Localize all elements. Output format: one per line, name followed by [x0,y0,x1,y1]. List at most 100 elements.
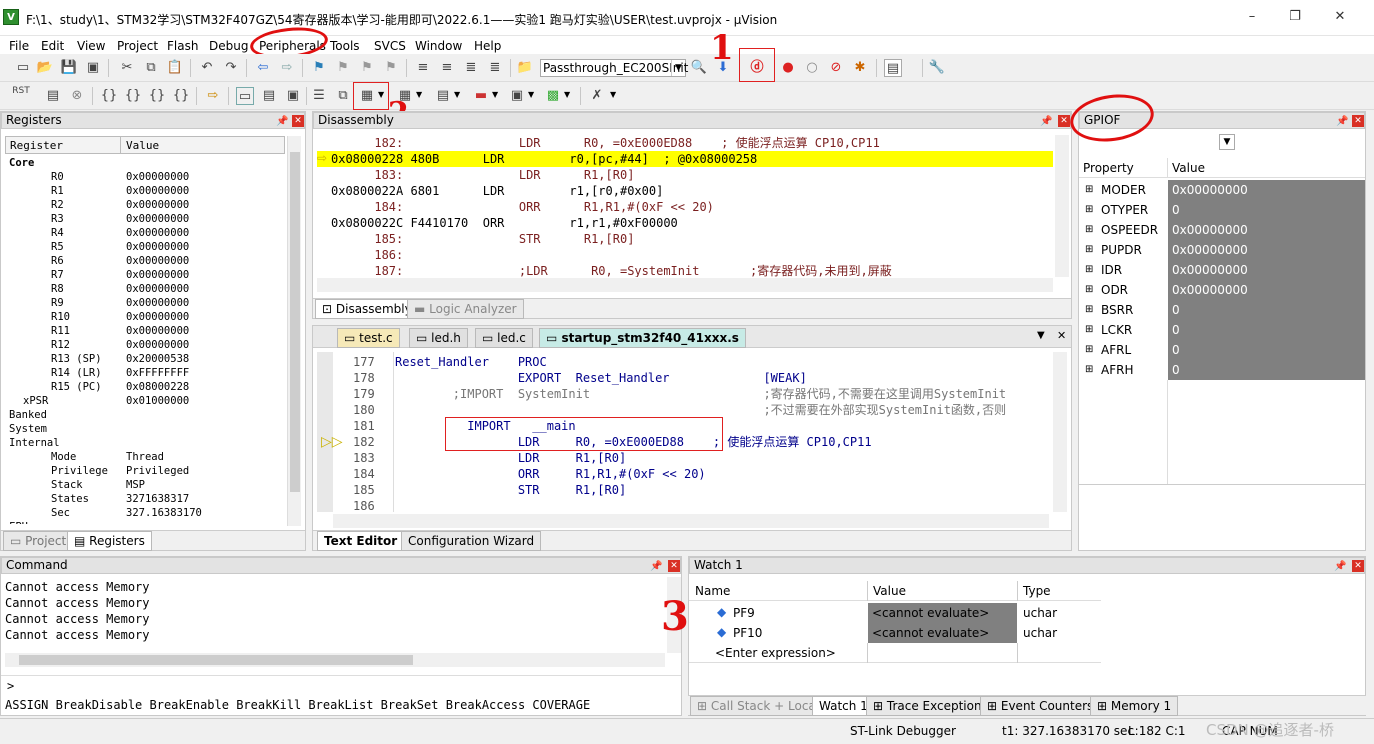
system-viewer-icon[interactable]: ▦ [358,87,376,105]
register-row[interactable]: R7 0x00000000 [5,268,285,282]
tab-disassembly[interactable]: ⊡ Disassembly [315,299,419,319]
pin-icon[interactable]: 📌 [650,559,662,574]
watch-value[interactable]: <cannot evaluate> [868,623,1017,643]
gpio-register-value[interactable]: 0x00000000 [1168,260,1365,280]
gpio-register-value[interactable]: 0 [1168,300,1365,320]
expand-icon[interactable]: ⊞ [1085,320,1093,340]
watch-value[interactable]: <cannot evaluate> [868,603,1017,623]
step-over-icon[interactable]: {} [124,87,142,105]
chevron-down-icon[interactable]: ▼ [492,90,498,99]
register-row[interactable]: Stack MSP [5,478,285,492]
stop-icon[interactable]: ⊗ [68,87,86,105]
analysis-window-icon[interactable]: ▬ [472,87,490,105]
registers-window-icon[interactable]: ☰ [310,87,328,105]
target-select[interactable]: Passthrough_EC200SInit ▼ [540,59,688,77]
pin-icon[interactable]: 📌 [276,114,288,129]
gpio-register-value[interactable]: 0 [1168,340,1365,360]
editor-line[interactable]: 177 Reset_Handler PROC [333,354,1049,370]
command-window-icon[interactable]: ▭ [236,87,254,105]
register-row[interactable]: R14 (LR) 0xFFFFFFFF [5,366,285,380]
tab-text-editor[interactable]: Text Editor [317,531,405,551]
chevron-down-icon[interactable]: ▼ [528,90,534,99]
chevron-down-icon[interactable]: ▼ [671,60,685,76]
close-panel-icon[interactable]: ✕ [292,115,304,127]
pin-icon[interactable]: 📌 [1040,114,1052,129]
editor-vscroll[interactable] [1053,352,1067,512]
register-row[interactable]: Internal [5,436,285,450]
chevron-down-icon[interactable]: ▼ [416,90,422,99]
disassembly-line[interactable]: 0x0800022C F4410170 ORR r1,r1,#0xF00000 [317,215,1053,231]
watch-row[interactable]: ◆ PF9 <cannot evaluate> uchar [689,603,1101,623]
trace-window-icon[interactable]: ▣ [508,87,526,105]
close-editor-icon[interactable]: ✕ [1057,329,1066,342]
serial-window-icon[interactable]: ▤ [434,87,452,105]
tab-startup-s[interactable]: ▭ startup_stm32f40_41xxx.s [539,328,746,348]
editor-line[interactable]: 180 ;不过需要在外部实现SystemInit函数,否则 [333,402,1049,418]
bookmark-next-icon[interactable]: ⚑ [358,59,376,77]
tab-event-counters[interactable]: ⊞ Event Counters [980,696,1101,716]
expand-icon[interactable]: ⊞ [1085,240,1093,260]
command-input-row[interactable]: > [1,675,681,695]
disassembly-vscroll[interactable] [1055,135,1069,277]
editor-line[interactable]: 185 STR R1,[R0] [333,482,1049,498]
gpio-register-value[interactable]: 0x00000000 [1168,240,1365,260]
expand-icon[interactable]: ⊞ [1085,260,1093,280]
register-row[interactable]: R3 0x00000000 [5,212,285,226]
tab-list-chevron-icon[interactable]: ▼ [1037,330,1045,341]
editor-hscroll[interactable] [333,514,1049,528]
bookmark-icon[interactable]: ⚑ [310,59,328,77]
expand-icon[interactable]: ⊞ [1085,300,1093,320]
pin-icon[interactable]: 📌 [1334,559,1346,574]
minimize-button[interactable]: – [1238,6,1266,28]
editor-line[interactable]: 183 LDR R1,[R0] [333,450,1049,466]
configure-icon[interactable]: 🔧 [928,59,946,77]
call-stack-icon[interactable]: ⧉ [334,87,352,105]
tab-memory-1[interactable]: ⊞ Memory 1 [1090,696,1179,716]
chevron-down-icon[interactable]: ▼ [564,90,570,99]
gpio-register-row[interactable]: ⊞ AFRH 0 [1079,360,1365,380]
register-row[interactable]: System [5,422,285,436]
register-row[interactable]: FPU [5,520,285,524]
disassembly-hscroll[interactable] [317,278,1053,292]
command-hscroll[interactable] [5,653,665,667]
save-all-icon[interactable]: ▣ [84,59,102,77]
register-row[interactable]: Mode Thread [5,450,285,464]
close-panel-icon[interactable]: ✕ [1352,115,1364,127]
copy-icon[interactable]: ⧉ [142,59,160,77]
registers-scrollbar[interactable] [287,136,301,526]
comment-icon[interactable]: ≣ [462,59,480,77]
enter-expression-field[interactable]: <Enter expression> [715,646,836,660]
register-row[interactable]: R1 0x00000000 [5,184,285,198]
gpio-register-row[interactable]: ⊞ PUPDR 0x00000000 [1079,240,1365,260]
register-row[interactable]: R11 0x00000000 [5,324,285,338]
disassembly-line[interactable]: 186: [317,247,1053,263]
tab-trace-exceptions[interactable]: ⊞ Trace Exceptions [866,696,995,716]
breakpoint-disable-all-icon[interactable]: ⊘ [827,59,845,77]
toolbox-icon[interactable]: ✗ [588,87,606,105]
gpio-register-value[interactable]: 0x00000000 [1168,180,1365,200]
run-icon[interactable]: ▤ [44,87,62,105]
expand-icon[interactable]: ⊞ [1085,200,1093,220]
pin-icon[interactable]: 📌 [1336,114,1348,129]
show-next-statement-icon[interactable]: ⇨ [204,87,222,105]
chevron-down-icon[interactable]: ▼ [454,90,460,99]
undo-icon[interactable]: ↶ [198,59,216,77]
menu-edit[interactable]: Edit [41,36,64,56]
close-panel-icon[interactable]: ✕ [1058,115,1070,127]
register-row[interactable]: R12 0x00000000 [5,338,285,352]
disassembly-line[interactable]: 183: LDR R1,[R0] [317,167,1053,183]
breakpoint-kill-all-icon[interactable]: ✱ [851,59,869,77]
register-row[interactable]: States 3271638317 [5,492,285,506]
bookmark-clear-icon[interactable]: ⚑ [382,59,400,77]
redo-icon[interactable]: ↷ [222,59,240,77]
register-row[interactable]: Sec 327.16383170 [5,506,285,520]
expand-icon[interactable]: ⊞ [1085,220,1093,240]
expand-icon[interactable]: ⊞ [1085,340,1093,360]
menu-tools[interactable]: Tools [330,36,360,56]
gpio-register-row[interactable]: ⊞ MODER 0x00000000 [1079,180,1365,200]
breakpoint-insert-icon[interactable]: ● [779,59,797,77]
reset-cpu-icon[interactable]: RST [12,87,30,105]
chevron-down-icon[interactable]: ▼ [378,90,384,99]
expand-icon[interactable]: ⊞ [1085,180,1093,200]
open-folder-icon[interactable]: 📂 [36,59,54,77]
